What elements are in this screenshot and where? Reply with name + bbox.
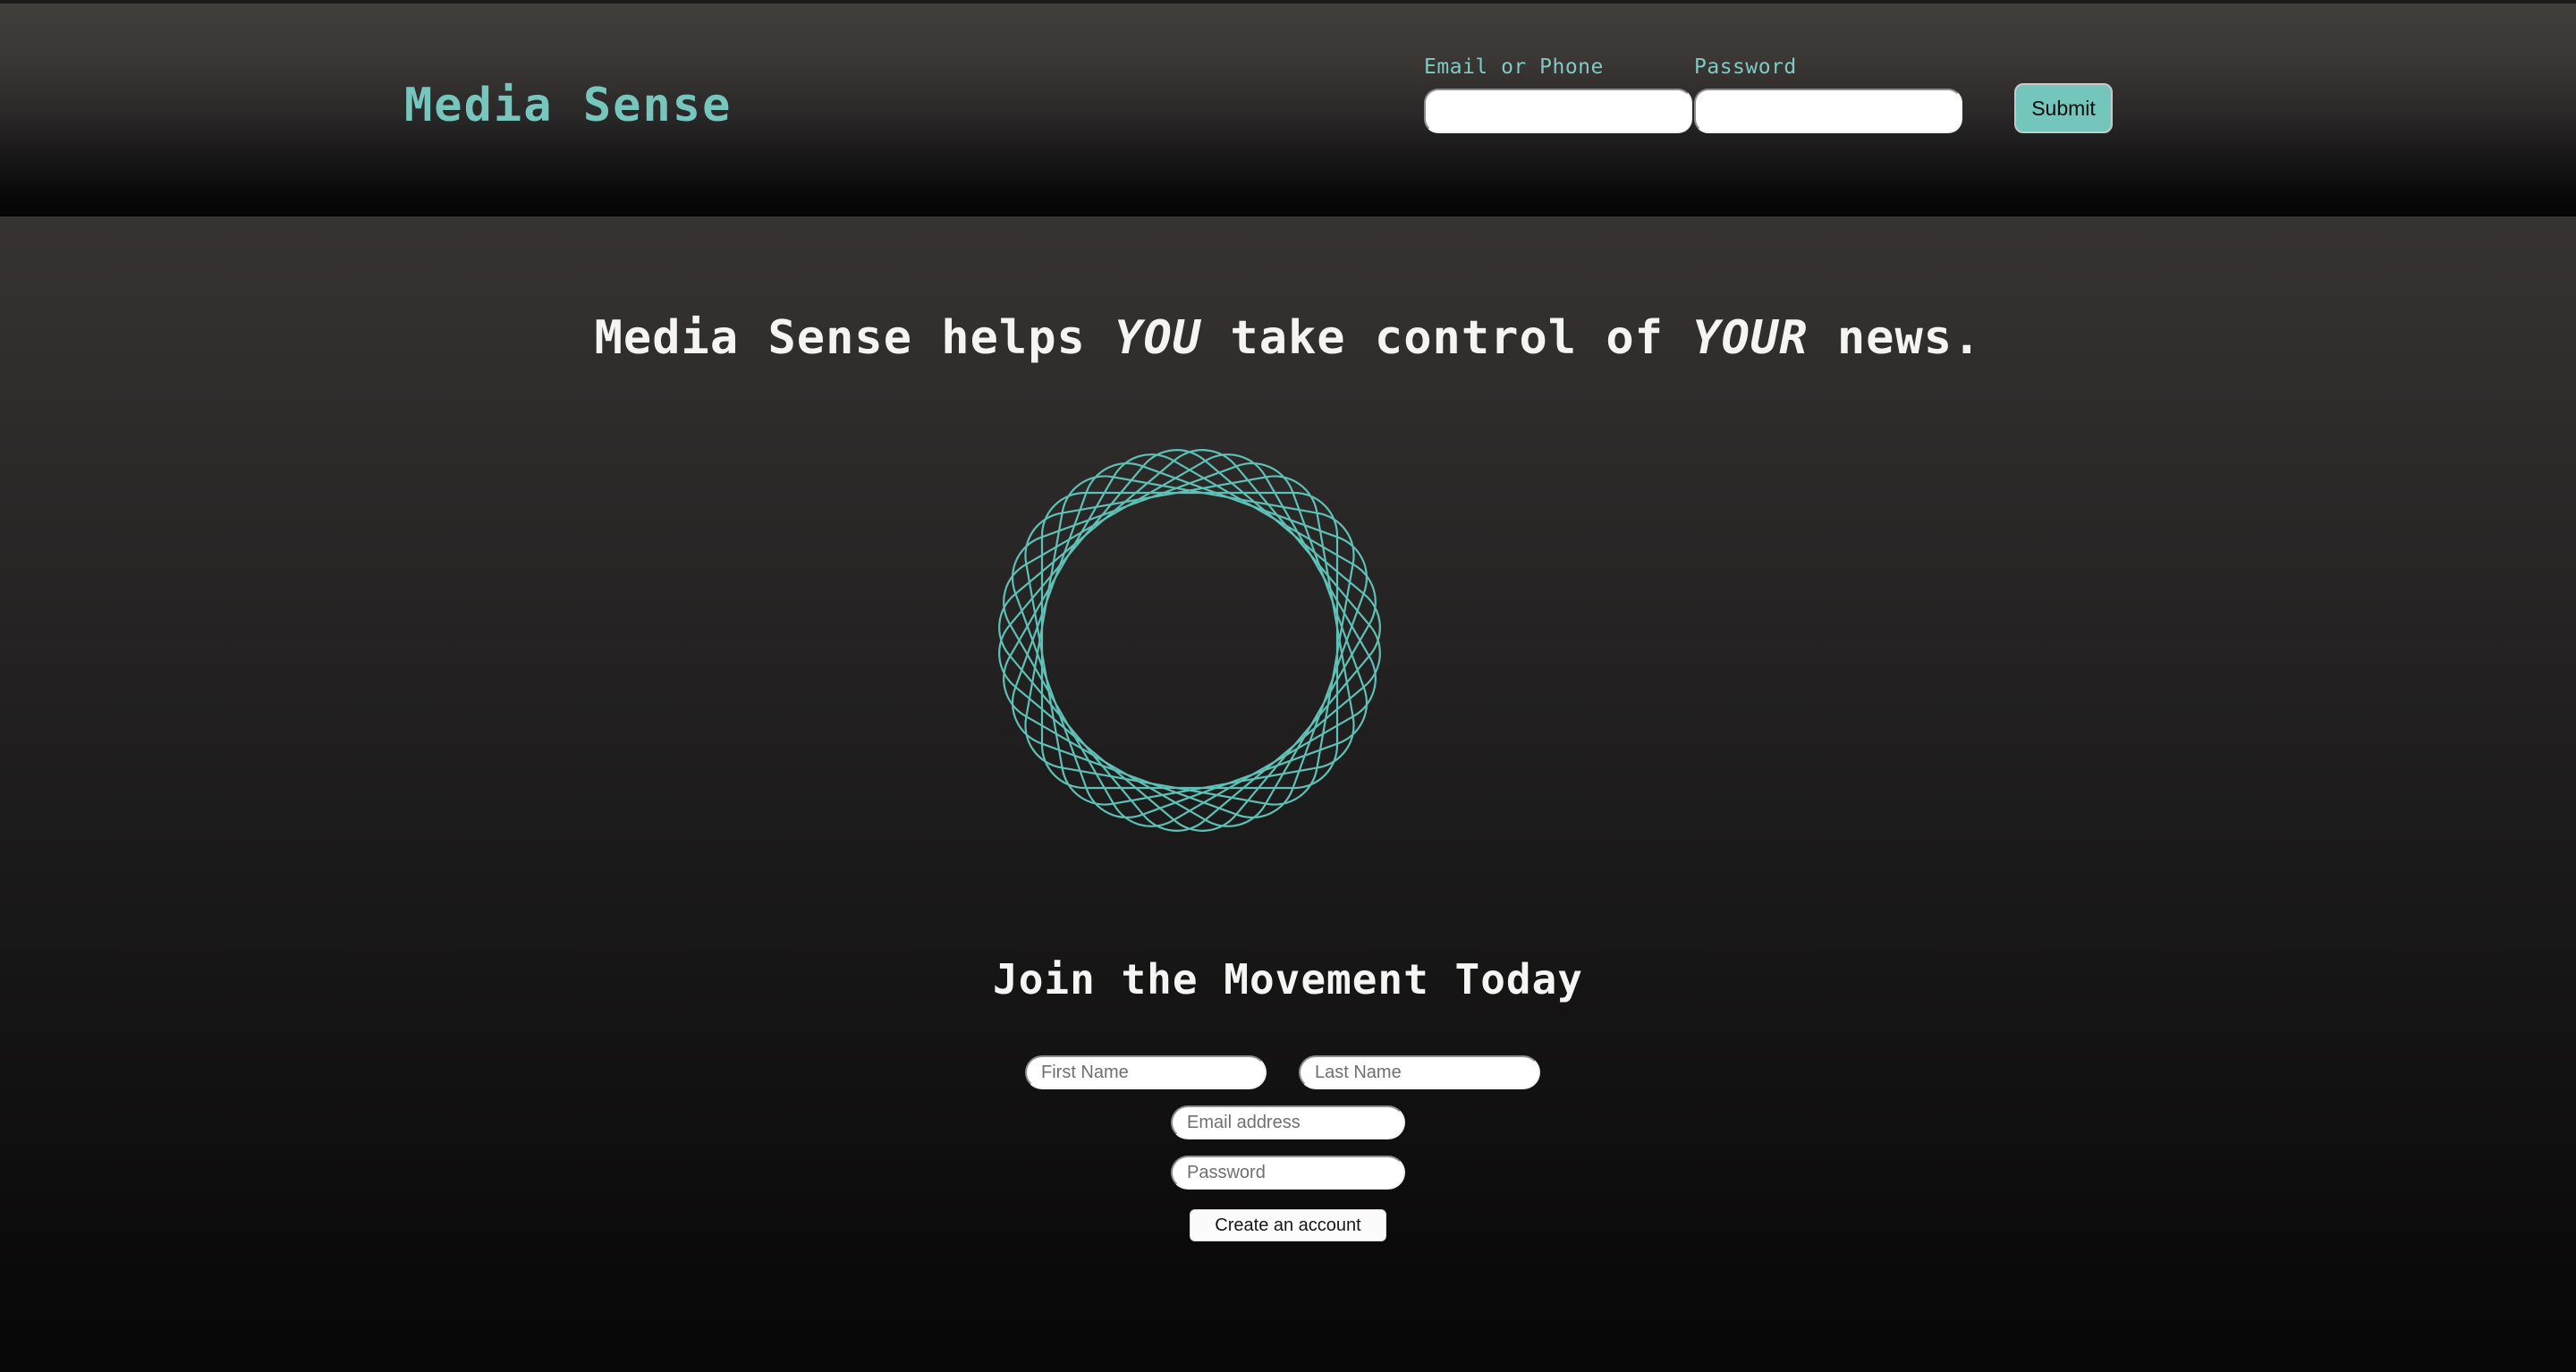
headline-emphasis-you: YOU [1114, 311, 1202, 365]
header-login-form: Email or Phone Password Submit [1424, 55, 2113, 133]
spirograph-shape [1024, 475, 1355, 806]
signup-email-input[interactable] [1171, 1105, 1405, 1139]
spirograph-shape [998, 449, 1381, 832]
password-label: Password [1694, 55, 1797, 79]
password-field-group: Password [1694, 55, 1964, 133]
email-or-phone-label: Email or Phone [1424, 55, 1604, 79]
create-account-button[interactable]: Create an account [1190, 1209, 1386, 1241]
submit-button[interactable]: Submit [2014, 83, 2113, 133]
spirograph-shape [998, 449, 1381, 832]
name-row [1025, 1055, 1540, 1089]
landing-page: Media Sense Email or Phone Password Subm… [0, 0, 2576, 1372]
headline-text-2: take control of [1201, 311, 1693, 365]
spirograph-shape [1003, 453, 1377, 827]
spirograph-shape [1003, 453, 1377, 827]
site-header: Media Sense Email or Phone Password Subm… [0, 4, 2576, 216]
spirograph-shape [1011, 462, 1368, 819]
headline-text-1: Media Sense helps [594, 311, 1115, 365]
spirograph-svg [998, 449, 1381, 832]
email-or-phone-field-group: Email or Phone [1424, 55, 1694, 133]
signup-heading: Join the Movement Today [993, 955, 1583, 1004]
headline-emphasis-your: YOUR [1692, 311, 1809, 365]
spirograph-shape [1011, 462, 1368, 819]
site-logo[interactable]: Media Sense [404, 79, 732, 132]
email-or-phone-input[interactable] [1424, 89, 1692, 133]
first-name-input[interactable] [1025, 1055, 1267, 1089]
spirograph-shape [1024, 475, 1355, 806]
spirograph-shape [1040, 491, 1339, 790]
password-input[interactable] [1694, 89, 1962, 133]
signup-password-input[interactable] [1171, 1156, 1405, 1190]
last-name-input[interactable] [1299, 1055, 1540, 1089]
headline-text-3: news. [1808, 311, 1982, 365]
spirograph-graphic [966, 417, 1413, 864]
signup-form: Create an account [0, 1055, 2576, 1241]
hero-headline: Media Sense helps YOU take control of YO… [0, 311, 2576, 365]
